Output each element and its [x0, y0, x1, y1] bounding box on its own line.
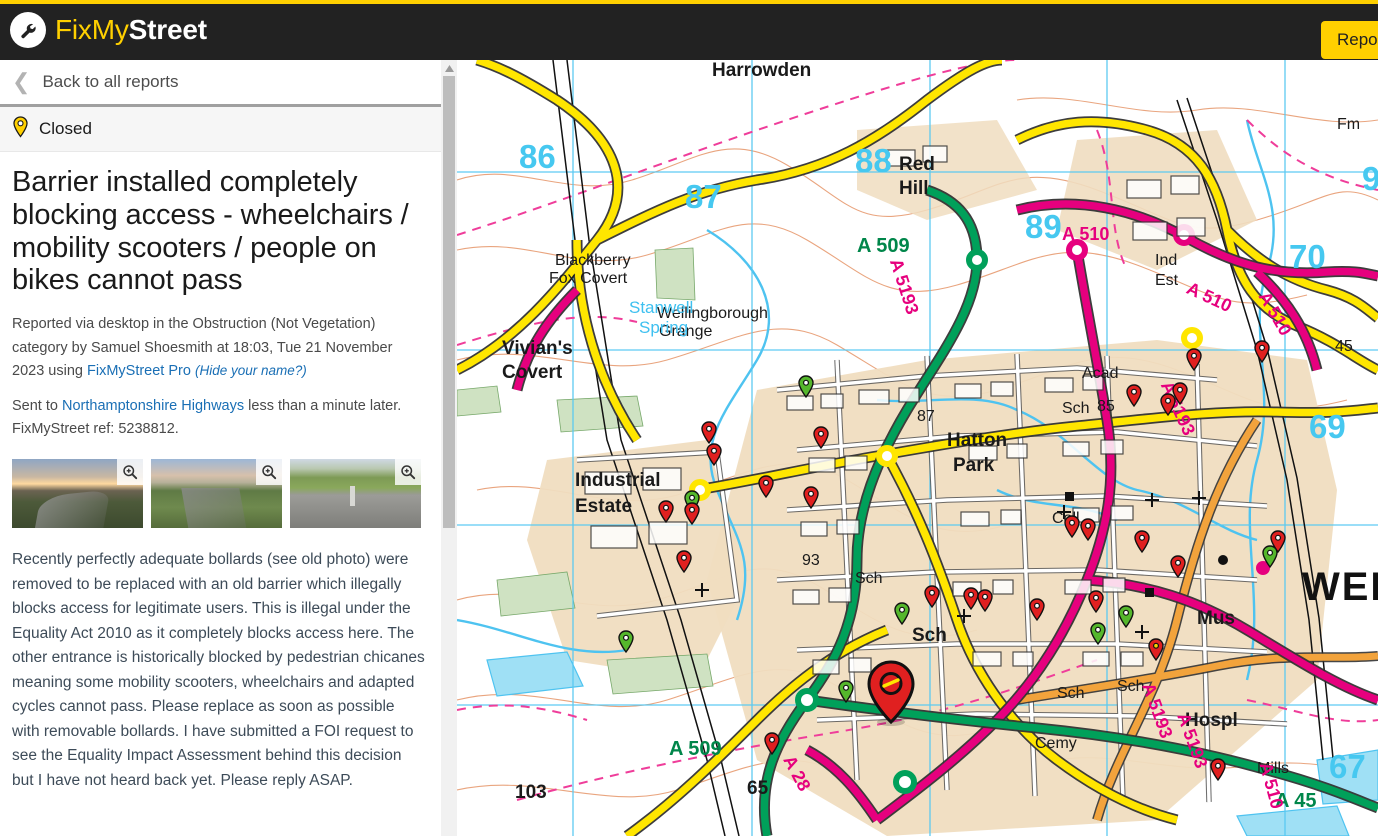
report-pin-red[interactable] [923, 585, 941, 609]
meta-sent-prefix: Sent to [12, 397, 62, 414]
map-tiles [457, 60, 1378, 836]
photo-thumbnail-3[interactable] [290, 459, 421, 529]
report-pin-red[interactable] [812, 426, 830, 450]
report-pin-red[interactable] [1028, 598, 1046, 622]
report-description: Recently perfectly adequate bollards (se… [12, 551, 425, 789]
page-title: Barrier installed completely blocking ac… [12, 166, 409, 297]
hide-your-name-link[interactable]: (Hide your name?) [195, 363, 307, 378]
meta-reference: FixMyStreet ref: 5238812. [12, 421, 179, 437]
report-meta-sent: Sent to Northamptonshire Highways less t… [12, 395, 412, 442]
report-pin-red[interactable] [1079, 518, 1097, 542]
report-button[interactable]: Report [1320, 21, 1378, 59]
report-pin-red[interactable] [1087, 590, 1105, 614]
report-pin-green[interactable] [893, 602, 911, 626]
report-pin-green[interactable] [617, 630, 635, 654]
meta-sent-suffix: less than a minute later. [244, 397, 402, 414]
fixmystreet-pro-link[interactable]: FixMyStreet Pro [87, 363, 191, 379]
status-badge: Closed [0, 107, 441, 152]
status-label: Closed [39, 119, 92, 138]
fixmystreet-report-page: FixMyStreet Report ❮ Back to all reports… [0, 0, 1378, 836]
photo-thumbnail-list [12, 459, 425, 529]
triangle-up-icon[interactable] [441, 60, 457, 76]
magnifier-plus-icon[interactable] [395, 459, 421, 486]
wrench-circle-icon [10, 12, 46, 48]
report-pin-red[interactable] [757, 475, 775, 499]
report-pin-red[interactable] [1169, 555, 1187, 579]
selected-report-pin[interactable] [865, 660, 917, 726]
report-pin-green[interactable] [1089, 622, 1107, 646]
photo-thumbnail-2[interactable] [151, 459, 282, 529]
report-pin-red[interactable] [1133, 530, 1151, 554]
report-pin-amber[interactable] [1147, 638, 1165, 662]
magnifier-plus-icon[interactable] [117, 459, 143, 486]
magnifier-plus-icon[interactable] [256, 459, 282, 486]
report-pin-red[interactable] [1171, 382, 1189, 406]
report-pin-red[interactable] [1125, 384, 1143, 408]
chevron-left-icon: ❮ [12, 69, 31, 94]
map-canvas[interactable]: 86 87 88 89 70 69 67 9 Harrowden Red Hil… [457, 60, 1378, 836]
report-pin-red[interactable] [976, 589, 994, 613]
report-sidebar: ❮ Back to all reports Closed Barrier ins… [0, 60, 441, 836]
report-pin-red[interactable] [657, 500, 675, 524]
report-content: Barrier installed completely blocking ac… [0, 152, 441, 793]
back-link-label: Back to all reports [42, 72, 179, 91]
report-pin-red[interactable] [1185, 348, 1203, 372]
report-pin-green[interactable] [837, 680, 855, 704]
site-logo-text: FixMyStreet [55, 16, 207, 44]
pin-icon [12, 115, 29, 143]
report-pin-red[interactable] [683, 502, 701, 526]
photo-thumbnail-1[interactable] [12, 459, 143, 529]
report-pin-green[interactable] [797, 375, 815, 399]
report-pin-red[interactable] [675, 550, 693, 574]
report-pin-red[interactable] [1253, 340, 1271, 364]
report-pin-red[interactable] [763, 732, 781, 756]
report-pin-green[interactable] [1117, 605, 1135, 629]
report-pin-red[interactable] [705, 443, 723, 467]
site-logo-link[interactable]: FixMyStreet [10, 12, 207, 48]
report-pin-red[interactable] [802, 486, 820, 510]
report-pin-red[interactable] [700, 421, 718, 445]
report-pin-red[interactable] [1209, 758, 1227, 782]
logo-my: My [91, 14, 129, 45]
report-pin-green[interactable] [1261, 545, 1279, 569]
sidebar-scrollbar[interactable] [441, 60, 457, 836]
sidebar-scrollbar-thumb[interactable] [443, 76, 455, 528]
site-header: FixMyStreet Report [0, 4, 1378, 60]
back-to-all-reports-link[interactable]: ❮ Back to all reports [0, 60, 441, 107]
logo-street: Street [128, 14, 207, 45]
logo-fix: Fix [55, 14, 92, 45]
brand-accent-stripe [0, 0, 1378, 4]
authority-link[interactable]: Northamptonshire Highways [62, 398, 244, 414]
report-meta-reported: Reported via desktop in the Obstruction … [12, 313, 412, 383]
